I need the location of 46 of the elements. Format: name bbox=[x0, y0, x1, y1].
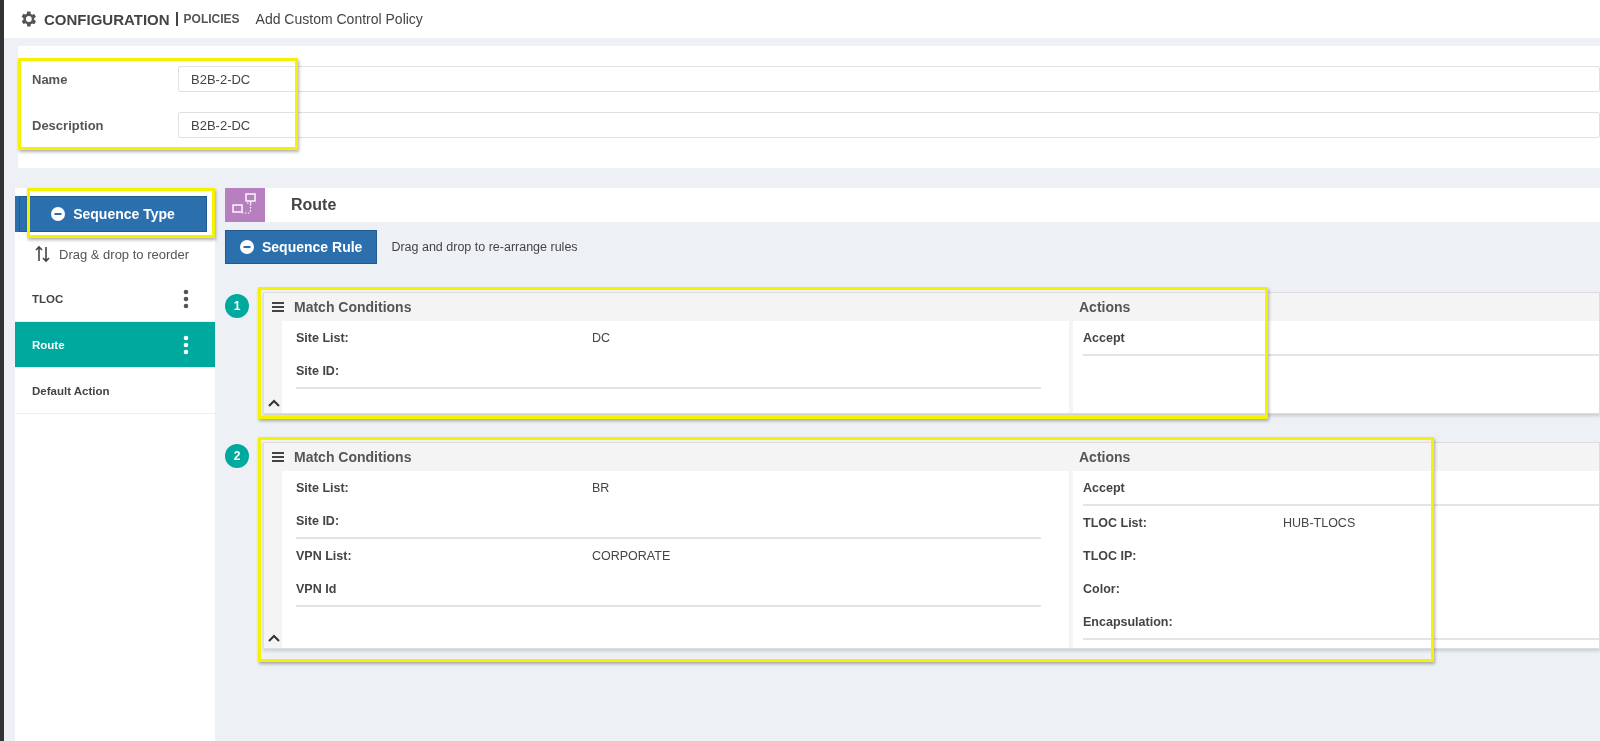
action-label: Color: bbox=[1083, 581, 1121, 596]
match-conditions-title: Match Conditions bbox=[294, 299, 412, 315]
sequence-type-label: Route bbox=[32, 338, 65, 351]
menu-icon[interactable] bbox=[272, 302, 284, 312]
route-title: Route bbox=[291, 196, 337, 214]
rule-number: 1 bbox=[225, 294, 249, 318]
input-field[interactable]: B2B-2-DC bbox=[178, 112, 1600, 138]
more-icon[interactable] bbox=[183, 288, 189, 309]
action-label: Accept bbox=[1083, 480, 1126, 495]
actions-title: Actions bbox=[1079, 299, 1131, 315]
sequence-rule-button[interactable]: Sequence Rule bbox=[225, 230, 378, 264]
condition-label: VPN List: bbox=[296, 548, 353, 563]
sequence-type-label: Default Action bbox=[32, 384, 110, 397]
condition-value: DC bbox=[592, 330, 611, 345]
action-value: HUB-TLOCS bbox=[1283, 515, 1356, 530]
condition-label: Site List: bbox=[296, 480, 350, 495]
rule-number: 2 bbox=[225, 444, 249, 468]
reorder-arrows-icon bbox=[35, 245, 51, 263]
sequence-type-button[interactable]: Sequence Type bbox=[19, 196, 207, 232]
match-conditions-title: Match Conditions bbox=[294, 449, 412, 465]
menu-icon[interactable] bbox=[272, 452, 284, 462]
condition-value: CORPORATE bbox=[592, 548, 671, 563]
section-title: POLICIES bbox=[175, 12, 240, 26]
page-subtitle: Add Custom Control Policy bbox=[255, 11, 423, 27]
condition-value: BR bbox=[592, 480, 610, 495]
action-label: Encapsulation: bbox=[1083, 614, 1174, 629]
condition-label: VPN Id bbox=[296, 581, 338, 596]
collapse-caret-icon[interactable] bbox=[268, 399, 280, 407]
field-label: Name bbox=[32, 71, 69, 87]
reorder-hint: Drag & drop to reorder bbox=[59, 246, 190, 262]
sequence-type-item[interactable]: Default Action bbox=[15, 368, 215, 414]
action-label: TLOC IP: bbox=[1083, 548, 1138, 563]
condition-label: Site List: bbox=[296, 330, 350, 345]
minus-circle-icon bbox=[240, 240, 254, 254]
input-field[interactable]: B2B-2-DC bbox=[178, 66, 1600, 92]
condition-label: Site ID: bbox=[296, 363, 341, 378]
action-label: TLOC List: bbox=[1083, 515, 1148, 530]
page-title: CONFIGURATION bbox=[44, 10, 170, 28]
rearrange-hint: Drag and drop to re-arrange rules bbox=[391, 240, 578, 254]
field-label: Description bbox=[32, 117, 105, 133]
minus-circle-icon bbox=[51, 207, 66, 221]
action-label: Accept bbox=[1083, 330, 1126, 345]
sequence-type-label: TLOC bbox=[32, 292, 64, 305]
actions-title: Actions bbox=[1079, 449, 1131, 465]
condition-label: Site ID: bbox=[296, 513, 341, 528]
collapse-caret-icon[interactable] bbox=[268, 634, 280, 642]
